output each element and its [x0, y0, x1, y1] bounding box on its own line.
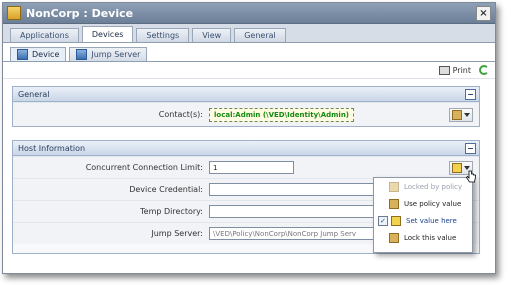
- device-credential-input[interactable]: [209, 183, 378, 196]
- tab-settings[interactable]: Settings: [136, 28, 190, 42]
- menu-item-locked-by-policy: Locked by policy: [374, 178, 472, 195]
- chevron-down-icon: [464, 112, 470, 117]
- contacts-row: Contact(s): local:Admin (\VED\Identity\A…: [13, 102, 479, 126]
- lock-icon: [389, 181, 399, 192]
- tab-view[interactable]: View: [192, 28, 232, 42]
- contacts-value[interactable]: local:Admin (\VED\Identity\Admin): [209, 107, 355, 122]
- tab-label: General: [244, 31, 276, 40]
- menu-item-use-policy-value[interactable]: Use policy value: [374, 195, 472, 212]
- temp-directory-label: Temp Directory:: [140, 207, 203, 216]
- secondary-tabs: Device Jump Server: [3, 43, 495, 62]
- lock-icon: [389, 232, 399, 243]
- print-label: Print: [452, 65, 471, 75]
- tab-label: View: [202, 31, 222, 40]
- jump-server-input[interactable]: \VED\Policy\NonCorp\NonCorp Jump Serv: [209, 227, 378, 240]
- connection-limit-row: Concurrent Connection Limit: 1: [13, 156, 479, 178]
- general-panel: General Contact(s): local:Admin (\VED\Id…: [12, 86, 480, 127]
- contacts-label: Contact(s):: [158, 110, 203, 119]
- tab-label: Devices: [91, 30, 124, 39]
- check-icon: ✓: [378, 215, 388, 226]
- hand-cursor-icon: [466, 170, 476, 183]
- server-icon: [76, 49, 88, 60]
- print-button[interactable]: Print: [438, 65, 471, 75]
- menu-item-lock-this-value[interactable]: Lock this value: [374, 229, 472, 246]
- window-titlebar: NonCorp : Device ×: [3, 3, 495, 24]
- host-panel-header: Host Information: [13, 141, 479, 156]
- menu-item-label: Locked by policy: [404, 182, 463, 191]
- close-icon: ×: [479, 7, 488, 19]
- tab-label: Device: [32, 50, 60, 59]
- primary-tabs: Applications Devices Settings View Gener…: [3, 24, 495, 43]
- connection-limit-label: Concurrent Connection Limit:: [85, 163, 203, 172]
- tab-devices[interactable]: Devices: [81, 26, 134, 42]
- device-credential-label: Device Credential:: [129, 185, 203, 194]
- menu-item-label: Lock this value: [404, 233, 457, 242]
- tab-label: Settings: [146, 31, 180, 40]
- general-panel-header: General: [13, 87, 479, 102]
- menu-item-label: Set value here: [406, 216, 457, 225]
- tab-label: Jump Server: [91, 50, 141, 59]
- toolbar: Print: [3, 62, 495, 79]
- temp-directory-input[interactable]: [209, 205, 378, 218]
- connection-limit-input[interactable]: 1: [209, 161, 294, 174]
- contacts-policy-button[interactable]: [449, 107, 473, 122]
- folder-icon: [7, 6, 21, 20]
- general-panel-title: General: [18, 89, 50, 99]
- close-button[interactable]: ×: [476, 5, 491, 21]
- policy-menu: Locked by policy Use policy value ✓ Set …: [373, 177, 473, 253]
- host-panel-title: Host Information: [18, 143, 86, 153]
- jump-server-label: Jump Server:: [151, 229, 203, 238]
- pencil-icon: [452, 162, 462, 173]
- policy-icon: [452, 109, 462, 120]
- collapse-general-button[interactable]: [465, 88, 476, 100]
- tab-applications[interactable]: Applications: [10, 28, 79, 42]
- menu-item-set-value-here[interactable]: ✓ Set value here: [374, 212, 472, 229]
- printer-icon: [438, 65, 450, 75]
- tab-device[interactable]: Device: [10, 47, 67, 61]
- collapse-host-button[interactable]: [465, 142, 476, 154]
- tab-label: Applications: [20, 31, 69, 40]
- tab-jump-server[interactable]: Jump Server: [69, 47, 148, 61]
- tab-general[interactable]: General: [234, 28, 286, 42]
- chevron-down-icon: [464, 165, 470, 170]
- policy-icon: [389, 198, 399, 209]
- device-icon: [17, 49, 28, 60]
- pencil-icon: [391, 215, 401, 226]
- menu-item-label: Use policy value: [404, 199, 462, 208]
- window-title: NonCorp : Device: [26, 6, 134, 20]
- refresh-icon[interactable]: [479, 65, 489, 75]
